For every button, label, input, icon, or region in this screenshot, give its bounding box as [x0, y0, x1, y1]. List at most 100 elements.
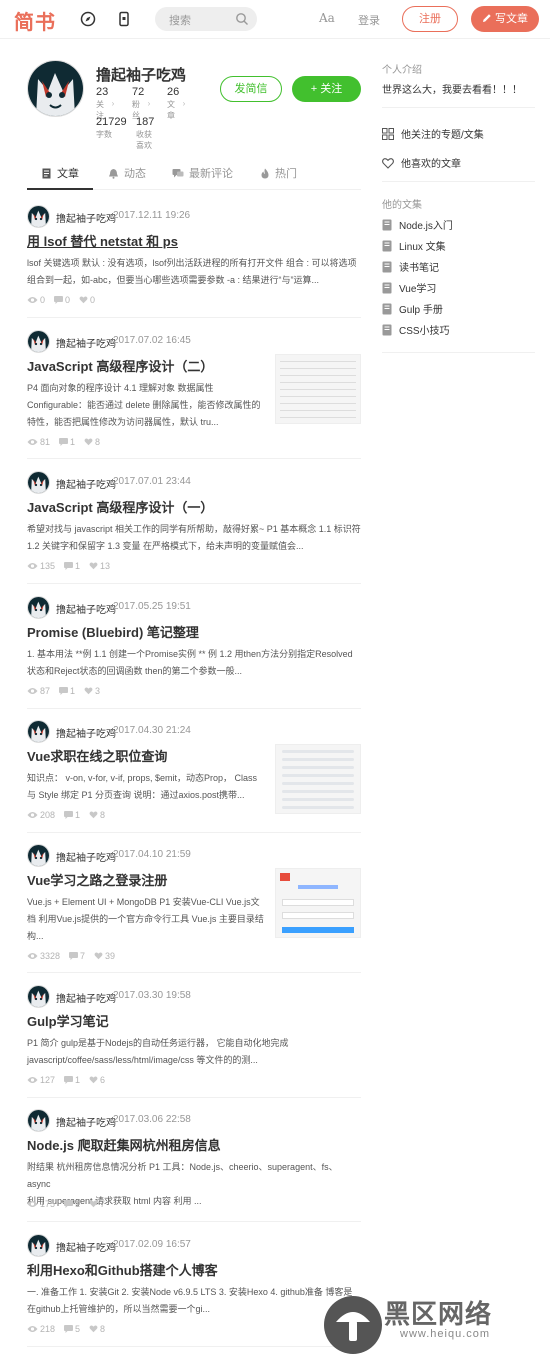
article-title[interactable]: JavaScript 高级程序设计（一）: [27, 497, 213, 516]
article-abstract-line: Configurable：能否通过 delete 删除属性，能否修改属性的: [27, 400, 261, 410]
stat-articles[interactable]: 26 文章 ›: [167, 86, 185, 121]
article-author-avatar[interactable]: [27, 471, 50, 494]
article-title[interactable]: Promise (Bluebird) 笔记整理: [27, 622, 199, 641]
article-author[interactable]: 撸起袖子吃鸡: [56, 990, 116, 1005]
chevron-right-icon: ›: [111, 99, 115, 108]
followed-collections-link[interactable]: 他关注的专题/文集: [382, 126, 484, 141]
article-author[interactable]: 撸起袖子吃鸡: [56, 1114, 116, 1129]
comments-count[interactable]: 1: [64, 1199, 80, 1209]
tab-activity[interactable]: 动态: [108, 165, 146, 181]
article-author-avatar[interactable]: [27, 205, 50, 228]
collection-item[interactable]: Linux 文集: [382, 238, 446, 253]
eye-icon: [27, 1077, 38, 1083]
article-item[interactable]: 撸起袖子吃鸡 2017.04.30 21:24 Vue求职在线之职位查询 知识点： v…: [27, 720, 361, 833]
article-item[interactable]: 撸起袖子吃鸡 2017.02.09 16:57 利用Hexo和Github搭建个人博…: [27, 1234, 361, 1347]
article-author-avatar[interactable]: [27, 720, 50, 743]
article-author[interactable]: 撸起袖子吃鸡: [56, 335, 116, 350]
article-title[interactable]: JavaScript 高级程序设计（二）: [27, 356, 213, 375]
liked-articles-link[interactable]: 他喜欢的文章: [382, 155, 461, 170]
grid-icon: [382, 128, 394, 140]
user-avatar[interactable]: [27, 60, 84, 117]
article-abstract: 1. 基本用法 **例 1.1 创建一个Promise实例 ** 例 1.2 用…: [27, 646, 361, 680]
article-title[interactable]: Node.js 爬取赶集网杭州租房信息: [27, 1135, 221, 1154]
article-author[interactable]: 撸起袖子吃鸡: [56, 210, 116, 225]
search-input[interactable]: 搜索: [169, 12, 191, 28]
article-thumbnail[interactable]: [275, 744, 361, 814]
article-thumbnail[interactable]: [275, 868, 361, 938]
heart-icon: [89, 1325, 98, 1333]
comments-count[interactable]: 1: [64, 810, 80, 820]
collection-item[interactable]: Gulp 手册: [382, 301, 443, 316]
comments-count[interactable]: 1: [64, 1075, 80, 1085]
article-author[interactable]: 撸起袖子吃鸡: [56, 849, 116, 864]
collection-item[interactable]: CSS小技巧: [382, 322, 450, 337]
collection-item[interactable]: Vue学习: [382, 280, 436, 295]
article-author[interactable]: 撸起袖子吃鸡: [56, 476, 116, 491]
font-toggle[interactable]: Aa: [319, 11, 335, 25]
article-abstract-line: 1.2 关键字和保留字 1.3 变量 在严格模式下，给未声明的变量赋值会...: [27, 541, 304, 551]
article-abstract-line: 希望对找与 javascript 相关工作的同学有所帮助，敲得好累~ P1 基本…: [27, 524, 361, 534]
send-message-button[interactable]: 发简信: [220, 76, 282, 102]
article-author[interactable]: 撸起袖子吃鸡: [56, 1239, 116, 1254]
article-abstract-line: javascript/coffee/sass/less/html/image/c…: [27, 1055, 258, 1065]
article-author-avatar[interactable]: [27, 330, 50, 353]
article-author-avatar[interactable]: [27, 1234, 50, 1257]
article-author[interactable]: 撸起袖子吃鸡: [56, 601, 116, 616]
article-item[interactable]: 撸起袖子吃鸡 2017.03.06 22:58 Node.js 爬取赶集网杭州租房信…: [27, 1109, 361, 1222]
article-item[interactable]: 撸起袖子吃鸡 2017.03.30 19:58 Gulp学习笔记 P1 简介 gulp…: [27, 985, 361, 1098]
article-author-avatar[interactable]: [27, 596, 50, 619]
article-item[interactable]: 撸起袖子吃鸡 2017.07.01 23:44 JavaScript 高级程序设计（…: [27, 471, 361, 584]
article-item[interactable]: 撸起袖子吃鸡 2017.04.10 21:59 Vue学习之路之登录注册 Vue.js…: [27, 844, 361, 973]
notebook-icon: [382, 219, 392, 231]
comments-count[interactable]: 1: [59, 437, 75, 447]
collection-item[interactable]: 读书笔记: [382, 259, 439, 274]
write-article-button[interactable]: 写文章: [471, 6, 539, 32]
compass-icon[interactable]: [80, 11, 96, 27]
article-meta: 218 5 8: [27, 1324, 114, 1334]
mobile-app-icon[interactable]: [116, 11, 132, 27]
comments-count[interactable]: 1: [64, 561, 80, 571]
article-item[interactable]: 撸起袖子吃鸡 2017.12.11 19:26 用 lsof 替代 netstat …: [27, 205, 361, 318]
tab-articles[interactable]: 文章: [41, 165, 79, 181]
collection-item[interactable]: Node.js入门: [382, 217, 453, 232]
views-count: 175: [27, 1199, 55, 1209]
article-title[interactable]: Vue求职在线之职位查询: [27, 746, 167, 765]
article-author-avatar[interactable]: [27, 844, 50, 867]
article-meta: 208 1 8: [27, 810, 114, 820]
follow-button[interactable]: + 关注: [292, 76, 361, 102]
login-link[interactable]: 登录: [358, 12, 380, 28]
tab-hot[interactable]: 热门: [260, 165, 297, 181]
article-item[interactable]: 撸起袖子吃鸡 2017.05.25 19:51 Promise (Bluebird)…: [27, 596, 361, 709]
divider: [382, 181, 535, 182]
article-abstract: Vue.js + Element UI + MongoDB P1 安装Vue-C…: [27, 894, 267, 945]
article-title[interactable]: Gulp学习笔记: [27, 1011, 109, 1030]
article-author-avatar[interactable]: [27, 985, 50, 1008]
article-abstract-line: 附结果 杭州租房信息情况分析 P1 工具：Node.js、cheerio、sup…: [27, 1162, 338, 1189]
user-name[interactable]: 撸起袖子吃鸡: [96, 64, 186, 85]
likes-count: 39: [94, 951, 115, 961]
likes-count: 8: [89, 810, 105, 820]
search-box[interactable]: 搜索: [155, 7, 257, 31]
comments-count[interactable]: 0: [54, 295, 70, 305]
article-item[interactable]: 撸起袖子吃鸡 2017.07.02 16:45 JavaScript 高级程序设计（…: [27, 330, 361, 459]
article-title[interactable]: 利用Hexo和Github搭建个人博客: [27, 1260, 218, 1279]
article-abstract-line: 状态和Reject状态的回调函数 then的第二个参数一般...: [27, 666, 243, 676]
comments-count[interactable]: 5: [64, 1324, 80, 1334]
register-button[interactable]: 注册: [402, 6, 458, 32]
comments-count[interactable]: 7: [69, 951, 85, 961]
divider: [382, 107, 535, 108]
views-count: 135: [27, 561, 55, 571]
article-title[interactable]: Vue学习之路之登录注册: [27, 870, 167, 889]
article-abstract: P1 简介 gulp是基于Nodejs的自动任务运行器， 它能自动化地完成 jav…: [27, 1035, 361, 1069]
article-author-avatar[interactable]: [27, 1109, 50, 1132]
watermark-logo: [324, 1296, 382, 1354]
search-icon[interactable]: [235, 12, 249, 26]
article-abstract: lsof 关键选项 默认 : 没有选项，lsof列出活跃进程的所有打开文件 组合…: [27, 255, 361, 289]
article-title[interactable]: 用 lsof 替代 netstat 和 ps: [27, 231, 178, 250]
comments-count[interactable]: 1: [59, 686, 75, 696]
article-author[interactable]: 撸起袖子吃鸡: [56, 725, 116, 740]
article-meta: 3328 7 39: [27, 951, 124, 961]
tab-latest-comments[interactable]: 最新评论: [172, 165, 233, 181]
article-thumbnail[interactable]: [275, 354, 361, 424]
site-logo[interactable]: 简书: [14, 6, 56, 35]
